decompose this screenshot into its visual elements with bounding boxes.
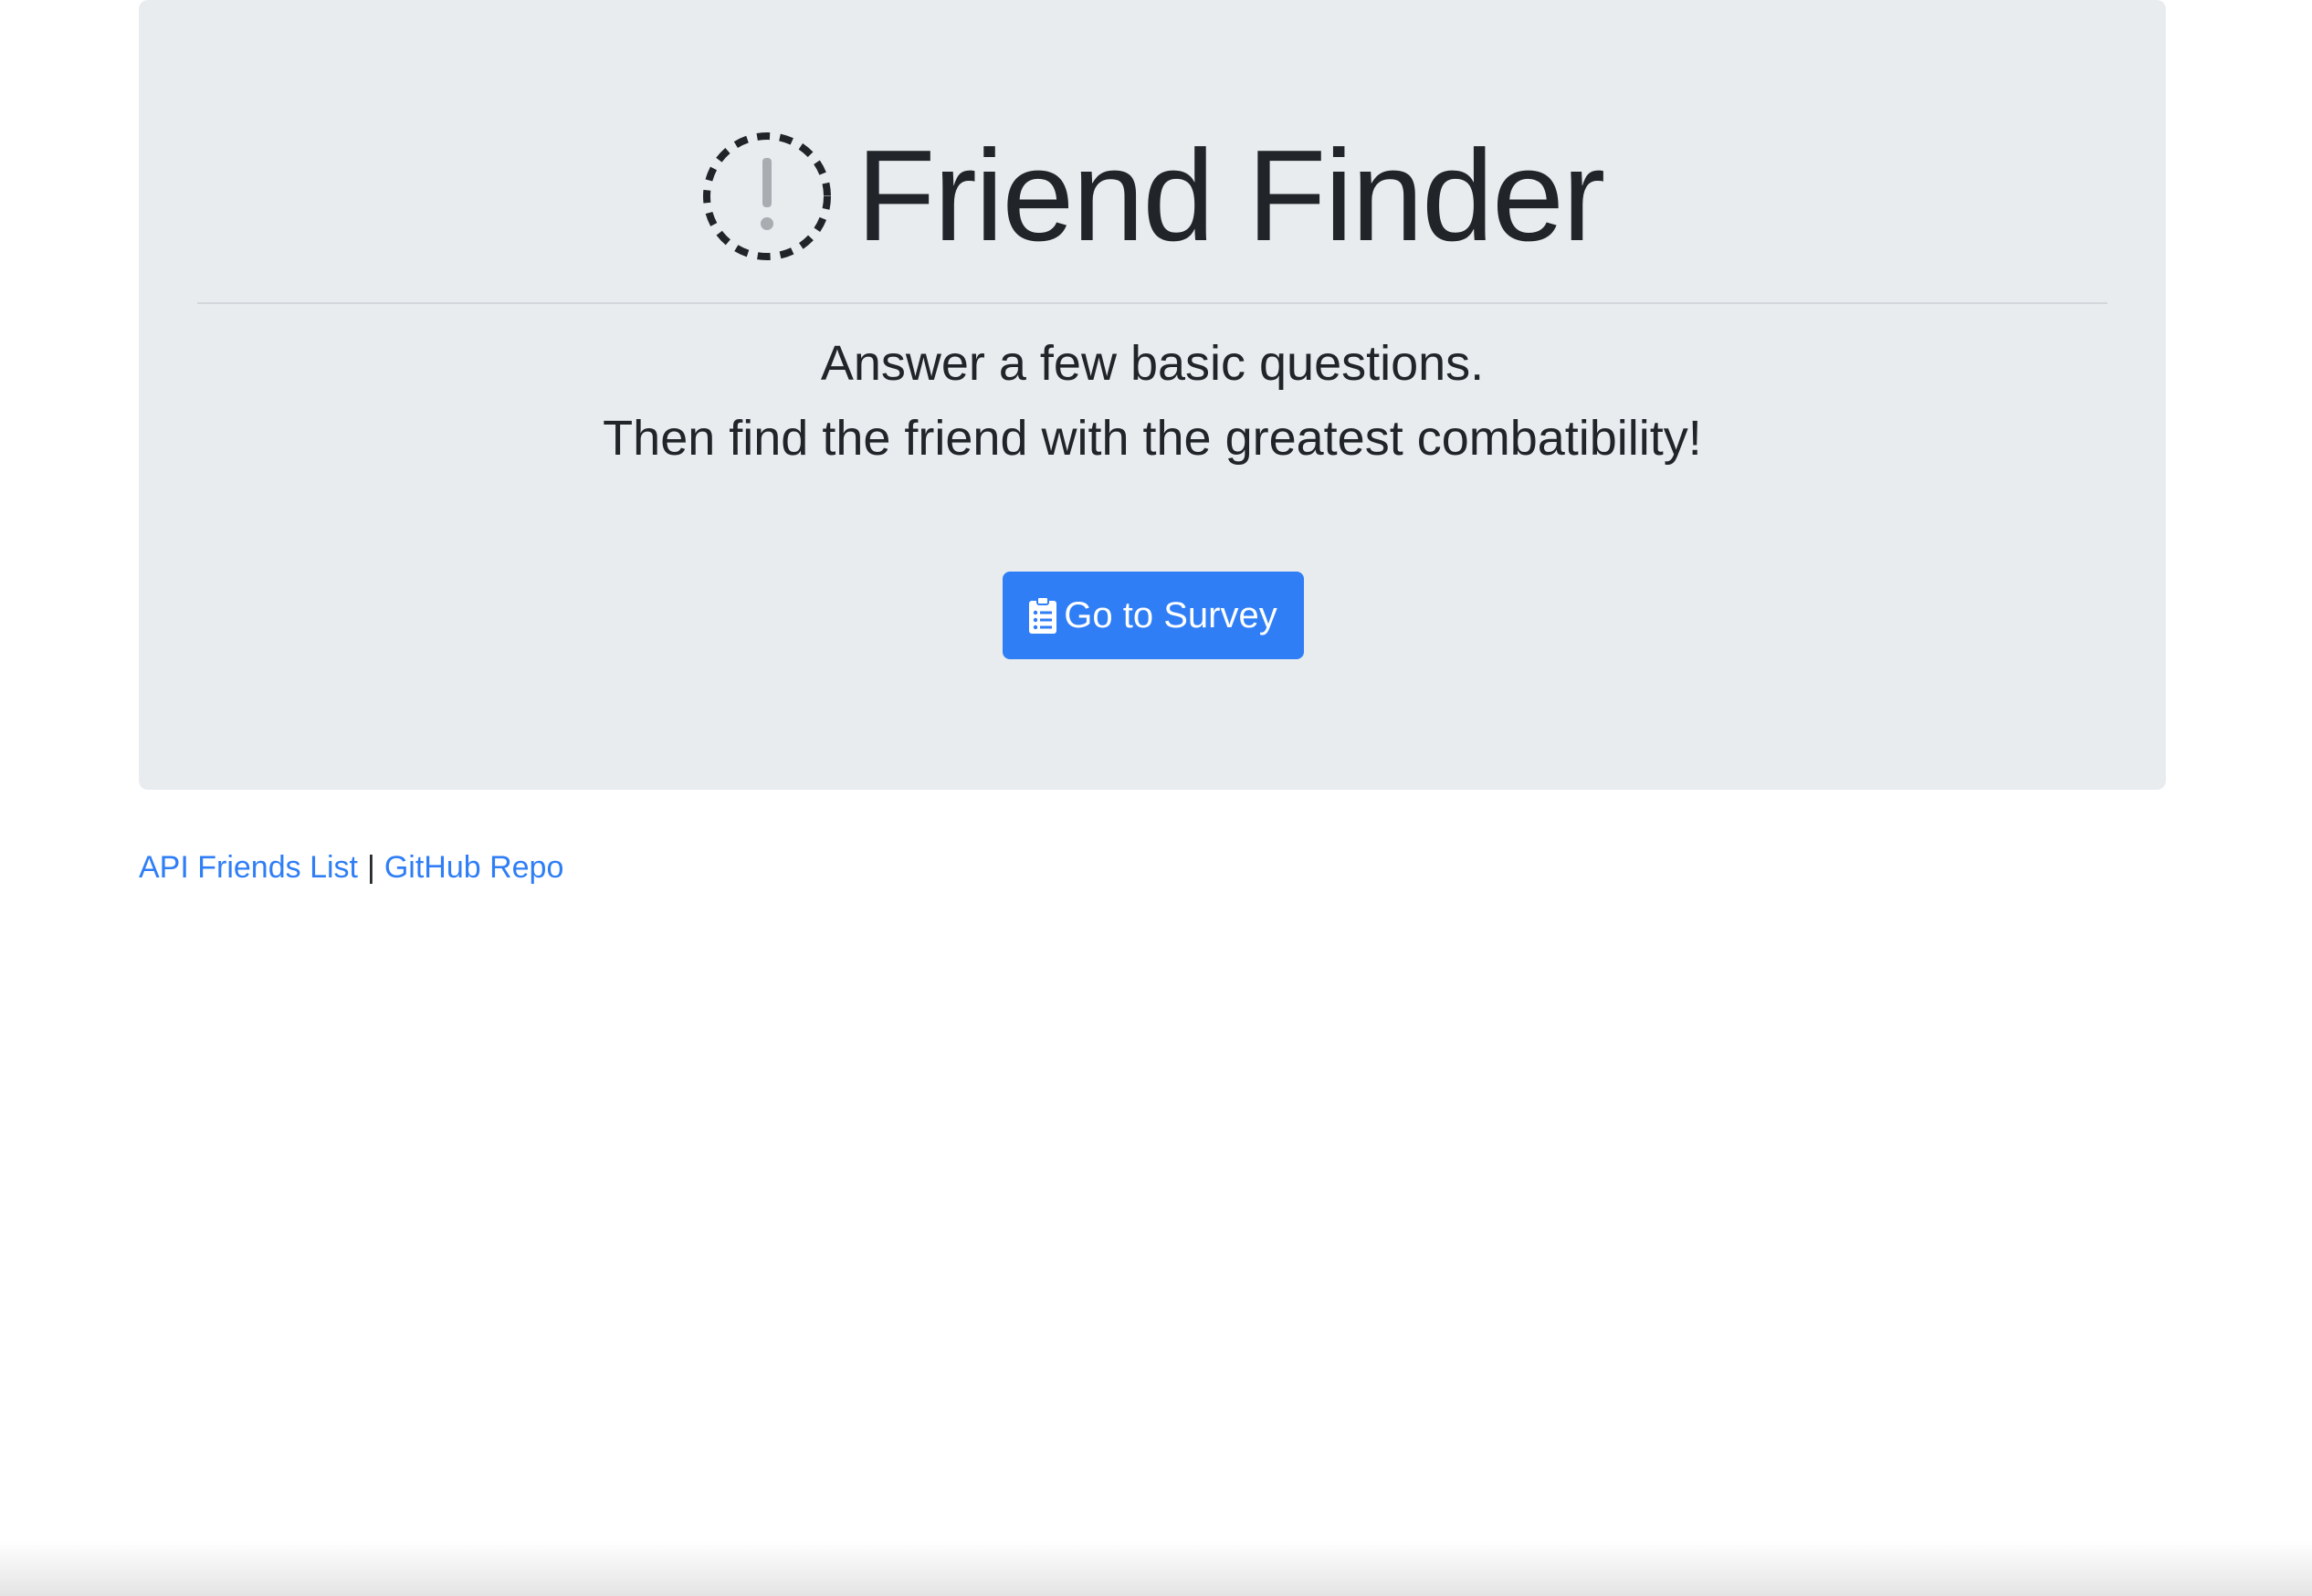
api-friends-list-link[interactable]: API Friends List <box>139 850 358 885</box>
clipboard-list-icon <box>1029 596 1057 634</box>
go-to-survey-button[interactable]: Go to Survey <box>1003 572 1304 659</box>
bottom-shade <box>0 1541 2312 1596</box>
lead-line-1: Answer a few basic questions. <box>820 336 1485 391</box>
title-row: Friend Finder <box>139 119 2166 274</box>
github-repo-link[interactable]: GitHub Repo <box>384 850 564 885</box>
footer-separator: | <box>366 850 375 885</box>
page-title: Friend Finder <box>856 123 1605 268</box>
jumbotron: Friend Finder Answer a few basic questio… <box>139 0 2166 790</box>
footer-links: API Friends List | GitHub Repo <box>139 849 563 887</box>
divider <box>197 302 2107 304</box>
go-to-survey-label: Go to Survey <box>1064 594 1277 635</box>
exclamation-circle-dashed-icon <box>701 131 833 262</box>
lead-line-2: Then find the friend with the greatest c… <box>603 411 1702 466</box>
page: Friend Finder Answer a few basic questio… <box>0 0 2312 1596</box>
